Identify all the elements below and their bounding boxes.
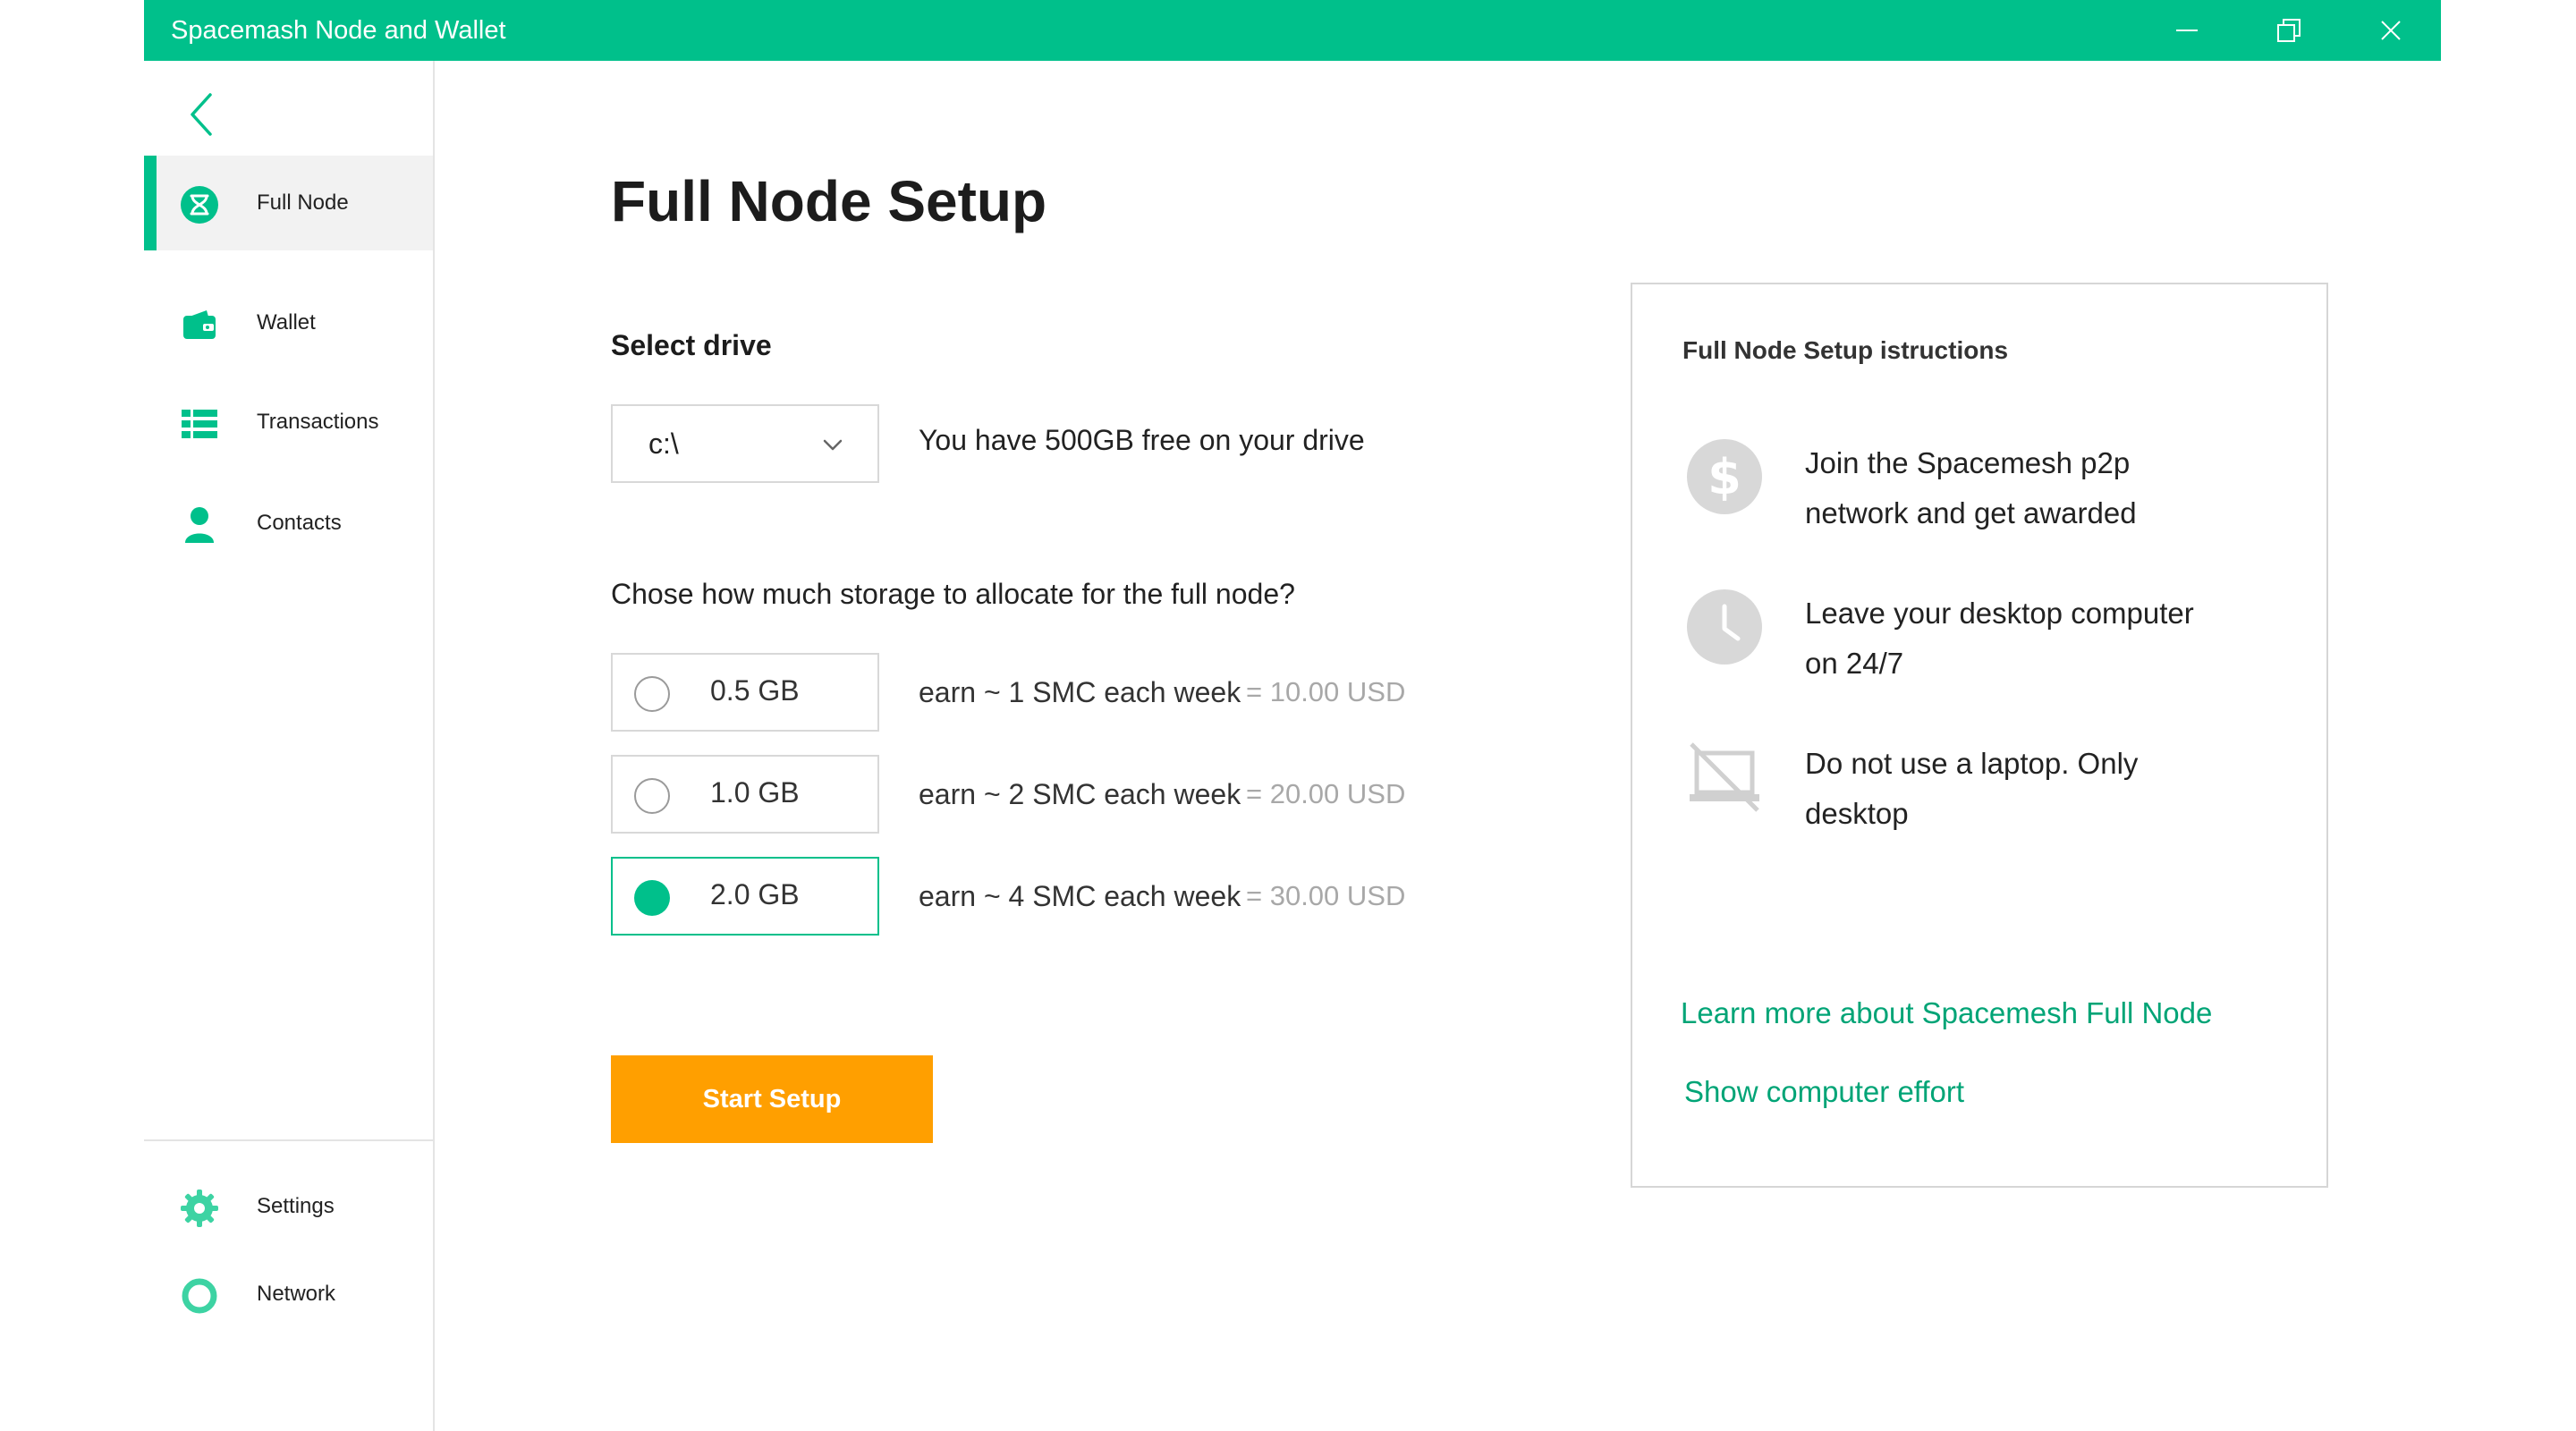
show-computer-effort-link[interactable]: Show computer effort (1684, 1075, 1964, 1109)
drive-free-space: You have 500GB free on your drive (919, 424, 1365, 456)
sidebar-item-transactions[interactable]: Transactions (144, 375, 433, 470)
learn-more-link[interactable]: Learn more about Spacemesh Full Node (1681, 996, 2212, 1030)
radio-button-checked[interactable] (634, 880, 670, 916)
option-usd: = 30.00 USD (1246, 880, 1406, 911)
sidebar-item-label: Settings (257, 1194, 335, 1218)
option-size: 1.0 GB (710, 776, 800, 809)
gear-icon (181, 1190, 218, 1227)
instruction-text: Do not use a laptop. Only desktop (1805, 747, 2139, 830)
drive-dropdown[interactable]: c:\ (611, 404, 879, 483)
title-bar: Spacemash Node and Wallet (144, 0, 2441, 61)
sidebar-item-full-node[interactable]: Full Node (144, 156, 433, 250)
minimize-icon (2176, 30, 2198, 31)
app-window: Spacemash Node and Wallet Full Node Wall… (144, 0, 2441, 1431)
option-size: 0.5 GB (710, 674, 800, 707)
window-title: Spacemash Node and Wallet (171, 16, 506, 45)
option-usd: = 20.00 USD (1246, 778, 1406, 809)
sidebar: Full Node Wallet Transactions Contacts S… (144, 61, 435, 1431)
spacemesh-logo-icon (181, 186, 218, 224)
sidebar-item-settings[interactable]: Settings (144, 1159, 433, 1254)
radio-button[interactable] (634, 778, 670, 814)
sidebar-divider (144, 1139, 433, 1141)
clock-icon (1687, 589, 1762, 665)
drive-value: c:\ (648, 428, 679, 460)
panel-title: Full Node Setup istructions (1682, 336, 2009, 364)
sidebar-item-network[interactable]: Network (144, 1247, 433, 1342)
page-title: Full Node Setup (611, 169, 1047, 233)
radio-button[interactable] (634, 676, 670, 712)
list-icon (182, 410, 217, 438)
instructions-panel: Full Node Setup istructions $ Join the S… (1631, 283, 2328, 1188)
sidebar-item-label: Wallet (257, 310, 316, 334)
back-button[interactable] (182, 86, 221, 143)
sidebar-item-label: Network (257, 1282, 336, 1306)
chevron-down-icon (823, 439, 843, 451)
option-earn: earn ~ 1 SMC each week (919, 676, 1241, 708)
option-usd: = 10.00 USD (1246, 676, 1406, 707)
wallet-icon (183, 310, 216, 339)
ring-icon (182, 1278, 217, 1314)
option-size: 2.0 GB (710, 878, 800, 910)
storage-option: 0.5 GB earn ~ 1 SMC each week = 10.00 US… (611, 653, 1505, 732)
storage-option-2-0gb[interactable]: 2.0 GB (611, 857, 879, 936)
instruction-text: Leave your desktop computer on 24/7 (1805, 597, 2194, 680)
storage-option-1-0gb[interactable]: 1.0 GB (611, 755, 879, 834)
close-icon (2381, 21, 2401, 40)
storage-option-0-5gb[interactable]: 0.5 GB (611, 653, 879, 732)
sidebar-item-wallet[interactable]: Wallet (144, 275, 433, 370)
svg-text:$: $ (1707, 449, 1741, 505)
person-icon (185, 507, 214, 543)
chevron-left-icon (191, 93, 212, 136)
select-drive-label: Select drive (611, 329, 772, 361)
sidebar-item-label: Full Node (257, 191, 349, 215)
instruction-text: Join the Spacemesh p2p network and get a… (1805, 446, 2137, 529)
no-laptop-icon (1690, 742, 1759, 812)
sidebar-item-label: Transactions (257, 410, 379, 434)
close-button[interactable] (2341, 0, 2441, 61)
sidebar-item-contacts[interactable]: Contacts (144, 476, 433, 571)
restore-icon (2277, 19, 2301, 42)
minimize-button[interactable] (2137, 0, 2237, 61)
restore-button[interactable] (2239, 0, 2339, 61)
storage-option: 2.0 GB earn ~ 4 SMC each week = 30.00 US… (611, 857, 1505, 936)
option-earn: earn ~ 4 SMC each week (919, 880, 1241, 912)
option-earn: earn ~ 2 SMC each week (919, 778, 1241, 810)
sidebar-item-label: Contacts (257, 511, 342, 535)
dollar-coin-icon: $ (1687, 439, 1762, 514)
storage-option: 1.0 GB earn ~ 2 SMC each week = 20.00 US… (611, 755, 1505, 834)
start-setup-button[interactable]: Start Setup (611, 1055, 933, 1143)
main-content: Full Node Setup Select drive c:\ You hav… (435, 61, 2441, 1431)
storage-question: Chose how much storage to allocate for t… (611, 578, 1295, 610)
